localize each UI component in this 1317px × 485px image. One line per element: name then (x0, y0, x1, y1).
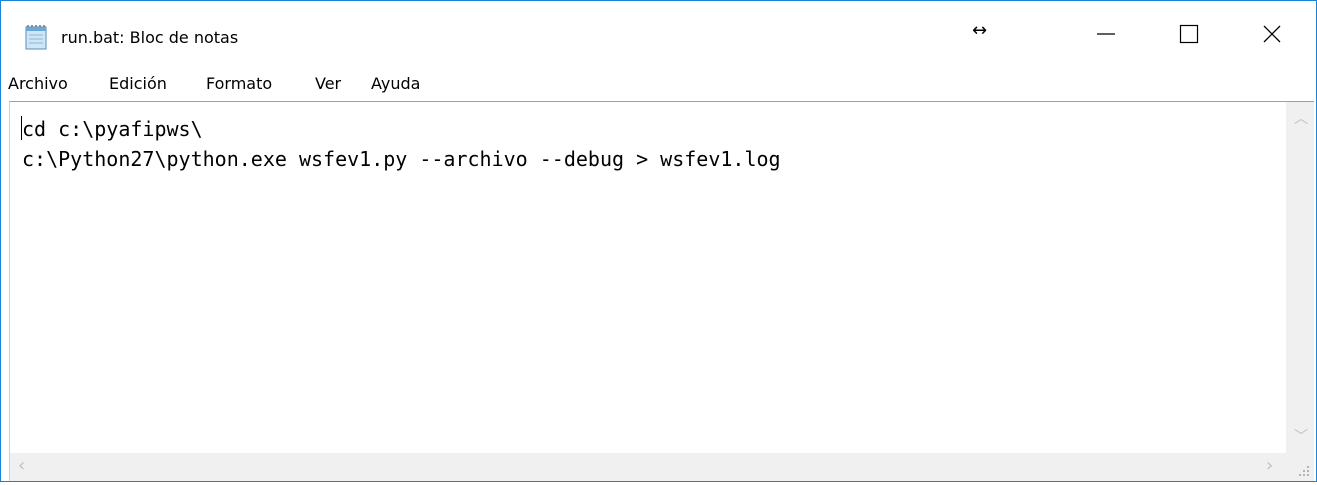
menu-ver[interactable]: Ver (315, 74, 341, 94)
close-icon (1263, 25, 1281, 43)
editor-line: c:\Python27\python.exe wsfev1.py --archi… (22, 147, 781, 171)
menu-edicion[interactable]: Edición (109, 74, 167, 94)
scroll-left-icon[interactable]: ‹ (18, 457, 25, 475)
menu-bar: Archivo Edición Formato Ver Ayuda (1, 67, 1316, 101)
menu-archivo[interactable]: Archivo (8, 74, 68, 94)
editor-content[interactable]: cd c:\pyafipws\ c:\Python27\python.exe ws… (22, 114, 781, 174)
scroll-down-icon[interactable]: ﹀ (1294, 430, 1308, 444)
resize-grip[interactable] (1286, 453, 1314, 481)
minimize-icon (1097, 33, 1115, 35)
resize-grip-icon (1299, 466, 1309, 476)
minimize-button[interactable] (1060, 1, 1152, 67)
horizontal-scrollbar[interactable]: ‹ › (10, 453, 1287, 481)
notepad-window: run.bat: Bloc de notas ↔ Archivo Edición… (0, 0, 1317, 482)
maximize-icon (1179, 24, 1199, 44)
title-bar[interactable]: run.bat: Bloc de notas ↔ (1, 1, 1316, 67)
close-button[interactable] (1226, 1, 1317, 67)
scroll-right-icon[interactable]: › (1266, 457, 1273, 475)
text-editor[interactable]: cd c:\pyafipws\ c:\Python27\python.exe ws… (9, 101, 1314, 481)
maximize-button[interactable] (1143, 1, 1235, 67)
window-title: run.bat: Bloc de notas (61, 28, 239, 47)
scroll-up-icon[interactable]: ︿ (1294, 112, 1308, 126)
editor-line: cd c:\pyafipws\ (22, 117, 203, 141)
notepad-icon (25, 25, 47, 50)
menu-ayuda[interactable]: Ayuda (371, 74, 420, 94)
horizontal-resize-icon: ↔ (972, 20, 988, 41)
vertical-scrollbar[interactable]: ︿ ﹀ (1286, 102, 1314, 454)
menu-formato[interactable]: Formato (206, 74, 272, 94)
